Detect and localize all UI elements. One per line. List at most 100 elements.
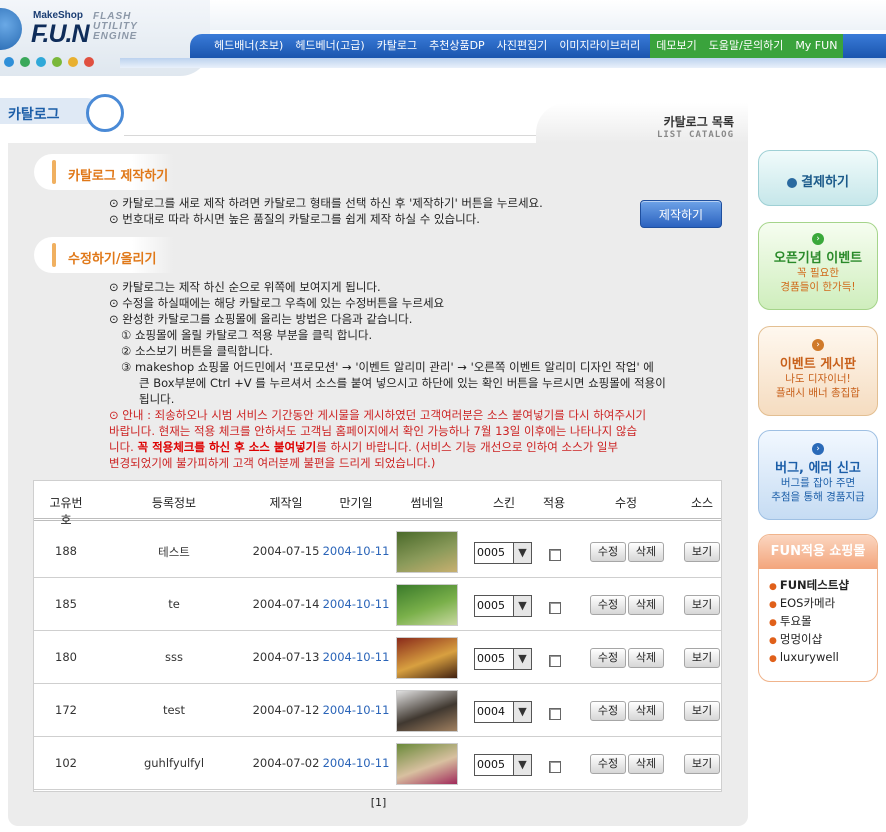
dropdown-arrow-icon: ▼ (513, 649, 531, 669)
bullet-icon: ● (769, 582, 777, 592)
edit-step-1: ① 쇼핑몰에 올릴 카탈로그 적용 부분을 클릭 합니다. (121, 328, 373, 342)
skin-select[interactable]: 0005 ▼ (474, 595, 532, 617)
nav-item-help[interactable]: 도움말/문의하기 (703, 34, 790, 58)
delete-button[interactable]: 삭제 (628, 595, 664, 615)
row-expire-date: 2004-10-11 (322, 544, 390, 558)
row-thumbnail[interactable] (396, 743, 458, 785)
bullet-icon: ● (769, 654, 777, 664)
apply-checkbox[interactable] (549, 655, 561, 667)
nav-item-recommend-dp[interactable]: 추천상품DP (423, 34, 491, 58)
skin-select[interactable]: 0005 ▼ (474, 648, 532, 670)
bug-card-inner: › 버그, 에러 신고 버그를 잡아 주면 추첨을 통해 경품지급 (759, 431, 877, 504)
shop-link-4[interactable]: ● 멍멍이샵 (769, 631, 877, 649)
dot-3 (36, 57, 46, 67)
notice-line-1: ⊙ 안내 : 죄송하오나 시범 서비스 기간동안 게시물을 게시하였던 고객여러… (109, 408, 647, 422)
skin-select[interactable]: 0005 ▼ (474, 754, 532, 776)
event-sub-2: 플래시 배너 총집합 (776, 387, 860, 399)
row-id: 172 (55, 703, 77, 717)
open-event-card[interactable]: › 오픈기념 이벤트 꼭 필요한 경품들이 한가득! (758, 222, 878, 310)
dot-6 (84, 57, 94, 67)
dropdown-arrow-icon: ▼ (513, 702, 531, 722)
view-source-button[interactable]: 보기 (684, 701, 720, 721)
view-source-button[interactable]: 보기 (684, 542, 720, 562)
shop-link-1[interactable]: ● FUN테스트샵 (769, 577, 877, 595)
nav-item-photo-editor[interactable]: 사진편집기 (491, 34, 554, 58)
apply-checkbox[interactable] (549, 708, 561, 720)
skin-value: 0005 (477, 546, 505, 559)
section-make-desc: ⊙ 카탈로그를 새로 제작 하려면 카탈로그 형태를 선택 하신 후 '제작하기… (109, 195, 543, 227)
notice-line-4: 변경되었기에 불가피하게 고객 여러분께 불편을 드리게 되었습니다.) (109, 456, 436, 470)
nav-item-my-fun[interactable]: My FUN (789, 34, 843, 58)
nav-item-banner-basic[interactable]: 헤드배너(초보) (208, 34, 289, 58)
row-id: 185 (55, 597, 77, 611)
skin-select[interactable]: 0005 ▼ (474, 542, 532, 564)
list-catalog-subtitle: LIST CATALOG (656, 130, 734, 140)
fun-shop-card: FUN적용 쇼핑몰 ● FUN테스트샵 ● EOS카메라 ● 투요몰 ● 멍멍이샵 ● l… (758, 534, 878, 682)
apply-checkbox[interactable] (549, 549, 561, 561)
edit-button[interactable]: 수정 (590, 754, 626, 774)
section-bar-icon (52, 243, 56, 267)
pay-title: 결제하기 (787, 175, 849, 190)
notice-line-3-start: 니다. (109, 440, 138, 454)
edit-button[interactable]: 수정 (590, 701, 626, 721)
nav-item-banner-advanced[interactable]: 헤드베너(고급) (289, 34, 370, 58)
col-thumb: 썸네일 (410, 496, 444, 510)
edit-desc-line-3: ⊙ 완성한 카탈로그를 쇼핑몰에 올리는 방법은 다음과 같습니다. (109, 312, 413, 326)
dropdown-arrow-icon: ▼ (513, 596, 531, 616)
edit-desc-line-2: ⊙ 수정을 하실때에는 해당 카탈로그 우측에 있는 수정버튼을 누르세요 (109, 296, 445, 310)
delete-button[interactable]: 삭제 (628, 542, 664, 562)
dot-5 (68, 57, 78, 67)
row-expire-date: 2004-10-11 (322, 597, 390, 611)
row-made-date: 2004-07-02 (252, 756, 320, 770)
color-dots (4, 57, 94, 67)
row-id: 180 (55, 650, 77, 664)
pay-card[interactable]: 결제하기 (758, 150, 878, 206)
edit-button[interactable]: 수정 (590, 595, 626, 615)
edit-button[interactable]: 수정 (590, 542, 626, 562)
notice-line-3-bold: 꼭 적용체크를 하신 후 소스 붙여넣기 (137, 440, 317, 454)
nav-item-demo[interactable]: 데모보기 (650, 34, 702, 58)
view-source-button[interactable]: 보기 (684, 754, 720, 774)
section-edit-desc: ⊙ 카탈로그는 제작 하신 순으로 위쪽에 보여지게 됩니다. ⊙ 수정을 하실… (109, 279, 666, 407)
delete-button[interactable]: 삭제 (628, 701, 664, 721)
shop-link-2[interactable]: ● EOS카메라 (769, 595, 877, 613)
pay-title-text: 결제하기 (801, 175, 849, 190)
pagination[interactable]: [1] (34, 796, 723, 809)
event-board-card[interactable]: › 이벤트 게시판 나도 디자이너! 플래시 배너 총집합 (758, 326, 878, 416)
section-edit-label: 수정하기/올리기 (68, 252, 157, 267)
table-row: 185 te 2004-07-14 2004-10-11 0005 ▼ 수정 삭제 보기 (34, 578, 721, 631)
apply-checkbox[interactable] (549, 602, 561, 614)
delete-button[interactable]: 삭제 (628, 754, 664, 774)
row-thumbnail[interactable] (396, 637, 458, 679)
table-header: 고유번호 등록정보 제작일 만기일 썸네일 스킨 적용 수정 소스 (34, 481, 721, 527)
row-expire-date: 2004-10-11 (322, 650, 390, 664)
row-thumbnail[interactable] (396, 531, 458, 573)
row-thumbnail[interactable] (396, 690, 458, 732)
shop-link-3[interactable]: ● 투요몰 (769, 613, 877, 631)
row-name: te (168, 597, 180, 611)
skin-select[interactable]: 0004 ▼ (474, 701, 532, 723)
bullet-icon: ● (769, 600, 777, 610)
row-name: test (162, 703, 186, 717)
view-source-button[interactable]: 보기 (684, 648, 720, 668)
row-thumbnail[interactable] (396, 584, 458, 626)
col-apply: 적용 (542, 496, 566, 510)
nav-item-image-library[interactable]: 이미지라이브러리 (553, 34, 646, 58)
view-source-button[interactable]: 보기 (684, 595, 720, 615)
edit-step-3-cont: 큰 Box부분에 Ctrl +V 를 누르셔서 소스를 붙여 넣으시고 하단에 … (139, 376, 666, 390)
make-catalog-button[interactable]: 제작하기 (640, 200, 722, 228)
logo-tag-3: ENGINE (93, 31, 138, 42)
list-catalog-tab: 카탈로그 목록 LIST CATALOG (536, 103, 748, 143)
dot-2 (20, 57, 30, 67)
bug-report-card[interactable]: › 버그, 에러 신고 버그를 잡아 주면 추첨을 통해 경품지급 (758, 430, 878, 520)
row-expire-date: 2004-10-11 (322, 756, 390, 770)
fun-shop-title: FUN적용 쇼핑몰 (759, 535, 877, 569)
delete-button[interactable]: 삭제 (628, 648, 664, 668)
col-info: 등록정보 (151, 496, 197, 510)
page-title-circle-icon (86, 94, 124, 132)
nav-item-catalog[interactable]: 카탈로그 (371, 34, 423, 58)
bug-sub-1: 버그를 잡아 주면 (780, 477, 856, 489)
apply-checkbox[interactable] (549, 761, 561, 773)
edit-button[interactable]: 수정 (590, 648, 626, 668)
shop-link-5[interactable]: ● luxurywell (769, 649, 877, 667)
